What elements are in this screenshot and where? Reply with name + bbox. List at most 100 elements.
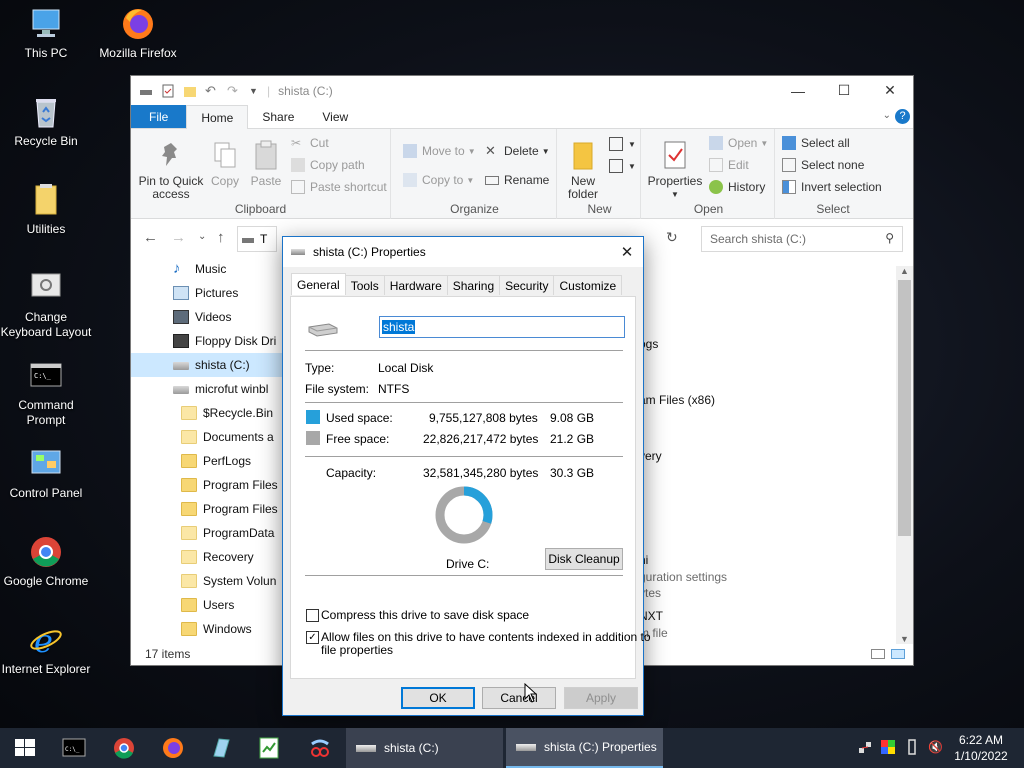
command-prompt-icon[interactable]: C:\_ — [62, 736, 86, 760]
dialog-close-button[interactable]: ✕ — [611, 237, 643, 267]
paste-shortcut-button[interactable]: Paste shortcut — [291, 180, 387, 194]
nav-item[interactable]: Pictures — [131, 281, 283, 305]
nav-item[interactable]: ProgramData — [131, 521, 283, 545]
notepad-icon[interactable] — [209, 736, 233, 760]
refresh-icon[interactable]: ↻ — [666, 229, 678, 246]
move-to-button[interactable]: Move to ▼ — [403, 144, 476, 158]
nav-item[interactable]: Program Files — [131, 473, 283, 497]
tab-file[interactable]: File — [131, 105, 187, 128]
volume-muted-icon[interactable]: 🔇 — [928, 740, 943, 754]
desktop-icon-this-pc[interactable]: This PC — [0, 6, 92, 61]
customize-quick-access-icon[interactable]: ▼ — [249, 84, 259, 98]
new-item-button[interactable]: ▼ — [609, 137, 636, 151]
select-all-button[interactable]: Select all — [782, 136, 850, 150]
large-icons-view-icon[interactable] — [891, 649, 905, 659]
desktop-icon-firefox[interactable]: Mozilla Firefox — [92, 6, 184, 61]
desktop-icon-utilities[interactable]: Utilities — [0, 182, 92, 237]
nav-item[interactable]: shista (C:) — [131, 353, 283, 377]
easy-access-button[interactable]: ▼ — [609, 159, 636, 173]
copy-to-button[interactable]: Copy to ▼ — [403, 173, 474, 187]
close-button[interactable]: ✕ — [867, 76, 913, 105]
desktop-icon-internet-explorer[interactable]: e Internet Explorer — [0, 622, 92, 677]
tab-sharing[interactable]: Sharing — [446, 275, 501, 295]
chrome-icon[interactable] — [112, 736, 136, 760]
nav-item[interactable]: $Recycle.Bin — [131, 401, 283, 425]
help-icon[interactable]: ? — [895, 109, 910, 124]
tab-home[interactable]: Home — [186, 105, 249, 129]
tab-security[interactable]: Security — [499, 275, 555, 295]
scrollbar-thumb[interactable] — [898, 280, 911, 536]
drive-name-input[interactable]: shista — [379, 316, 625, 338]
tab-customize[interactable]: Customize — [553, 275, 623, 295]
nav-item[interactable]: ♪ Music — [131, 257, 283, 281]
tab-view[interactable]: View — [308, 105, 362, 128]
copy-path-button[interactable]: Copy path — [291, 158, 365, 172]
search-input[interactable]: Search shista (C:) ⚲ — [701, 226, 903, 252]
new-folder-quick-icon[interactable] — [183, 84, 197, 98]
nav-item[interactable]: PerfLogs — [131, 449, 283, 473]
address-field[interactable]: T — [237, 226, 277, 252]
new-folder-button[interactable]: New folder — [563, 139, 603, 201]
redo-icon[interactable]: ↷ — [227, 83, 241, 98]
firefox-icon[interactable] — [161, 736, 185, 760]
ok-button[interactable]: OK — [401, 687, 475, 709]
invert-selection-button[interactable]: Invert selection — [782, 180, 882, 194]
nav-item[interactable]: Windows — [131, 617, 283, 641]
usb-icon[interactable] — [906, 739, 918, 755]
file-name-fragment[interactable]: am Files (x86) — [639, 393, 715, 407]
details-view-icon[interactable] — [871, 649, 885, 659]
edit-button[interactable]: Edit — [709, 158, 749, 172]
start-button[interactable] — [13, 736, 37, 760]
vertical-scrollbar[interactable]: ▲ ▼ — [896, 266, 913, 644]
cancel-button[interactable]: Cancel — [482, 687, 556, 709]
nav-item[interactable]: Documents a — [131, 425, 283, 449]
nav-item[interactable]: Program Files — [131, 497, 283, 521]
properties-button[interactable]: Properties ▼ — [645, 139, 705, 201]
nav-item[interactable]: Floppy Disk Dri — [131, 329, 283, 353]
index-checkbox[interactable]: ✓ — [306, 631, 319, 644]
scroll-up-icon[interactable]: ▲ — [900, 266, 909, 276]
maximize-button[interactable]: ☐ — [821, 76, 867, 105]
nav-item[interactable]: microfut winbl — [131, 377, 283, 401]
scroll-down-icon[interactable]: ▼ — [900, 634, 909, 644]
desktop-icon-recycle-bin[interactable]: Recycle Bin — [0, 94, 92, 149]
properties-quick-icon[interactable] — [161, 84, 175, 98]
desktop-icon-change-keyboard-layout[interactable]: Change Keyboard Layout — [0, 270, 92, 340]
minimize-button[interactable]: — — [775, 76, 821, 105]
history-button[interactable]: History — [709, 180, 765, 194]
spreadsheet-icon[interactable] — [257, 736, 281, 760]
tab-general[interactable]: General — [291, 273, 346, 295]
pin-to-quick-access-button[interactable]: Pin to Quick access — [137, 139, 205, 201]
recent-locations-icon[interactable]: ⌄ — [198, 231, 206, 242]
delete-button[interactable]: ✕ Delete ▼ — [485, 144, 550, 159]
tab-hardware[interactable]: Hardware — [383, 275, 448, 295]
copy-button[interactable]: Copy — [209, 139, 241, 188]
display-icon[interactable] — [881, 740, 895, 754]
apply-button[interactable]: Apply — [564, 687, 638, 709]
desktop-icon-command-prompt[interactable]: C:\_ Command Prompt — [0, 358, 92, 428]
rename-button[interactable]: Rename — [485, 173, 549, 187]
taskbar-task-explorer[interactable]: shista (C:) — [346, 728, 503, 768]
tab-tools[interactable]: Tools — [344, 275, 385, 295]
clock[interactable]: 6:22 AM 1/10/2022 — [950, 732, 1012, 764]
paste-button[interactable]: Paste — [249, 139, 283, 188]
ribbon-collapse-icon[interactable]: ⌄ — [883, 110, 891, 121]
nav-item[interactable]: Users — [131, 593, 283, 617]
compress-checkbox[interactable] — [306, 609, 319, 622]
select-none-button[interactable]: Select none — [782, 158, 864, 172]
desktop-icon-control-panel[interactable]: Control Panel — [0, 446, 92, 501]
disk-cleanup-button[interactable]: Disk Cleanup — [545, 548, 623, 570]
tab-share[interactable]: Share — [248, 105, 308, 128]
network-icon[interactable] — [858, 740, 872, 754]
cut-button[interactable]: ✂ Cut — [291, 136, 329, 150]
nav-item[interactable]: Videos — [131, 305, 283, 329]
undo-icon[interactable]: ↶ — [205, 83, 219, 98]
back-arrow-icon[interactable]: ← — [143, 229, 158, 246]
taskbar-task-properties[interactable]: shista (C:) Properties — [506, 728, 663, 768]
desktop-icon-google-chrome[interactable]: Google Chrome — [0, 534, 92, 589]
up-arrow-icon[interactable]: ↑ — [217, 229, 225, 246]
nav-item[interactable]: Recovery — [131, 545, 283, 569]
open-button[interactable]: Open ▼ — [709, 136, 768, 150]
forward-arrow-icon[interactable]: → — [171, 229, 186, 246]
snipping-tool-icon[interactable] — [308, 736, 332, 760]
